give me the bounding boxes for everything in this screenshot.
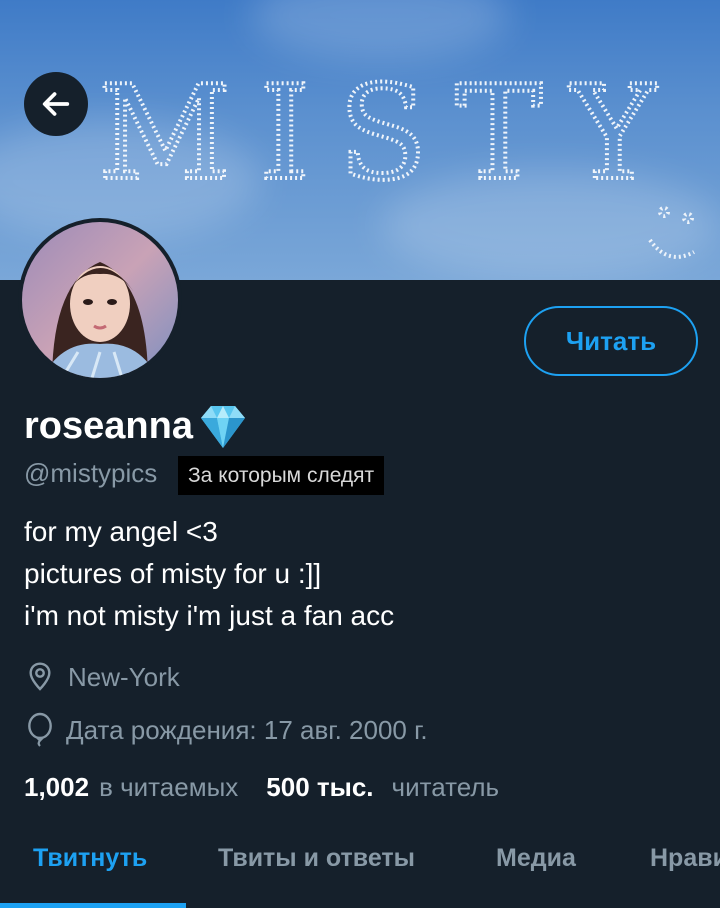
birthday-text: Дата рождения: 17 авг. 2000 г. [66, 714, 428, 745]
banner-text: MISTY [98, 57, 684, 209]
profile-tabs: Твитнуть Твиты и ответы Медиа Нравится [0, 830, 720, 908]
followers-count: 500 тыс. [266, 772, 374, 802]
location-text: New-York [68, 661, 180, 692]
following-label: в читаемых [99, 772, 239, 802]
tab-tweets-and-replies[interactable]: Твиты и ответы [218, 844, 415, 873]
avatar-image [22, 222, 178, 378]
bio-line: for my angel <3 [24, 516, 218, 547]
following-count: 1,002 [24, 772, 90, 802]
avatar[interactable] [18, 218, 182, 382]
bio: for my angel <3 pictures of misty for u … [24, 511, 394, 637]
username-handle: @mistypics [24, 458, 158, 488]
banner-sky-writing: MISTY [96, 55, 695, 259]
arrow-left-icon [42, 92, 70, 116]
follows-you-badge: За которым следят [178, 456, 385, 495]
display-name-text: roseanna [24, 404, 193, 447]
following-link[interactable]: 1,002 в читаемых [24, 772, 238, 803]
tab-media[interactable]: Медиа [496, 844, 576, 873]
follow-button[interactable]: Читать [524, 306, 698, 376]
tab-likes[interactable]: Нравится [650, 844, 720, 873]
back-button[interactable] [24, 72, 88, 136]
balloon-icon [28, 712, 52, 747]
display-name: roseanna [24, 402, 251, 450]
followers-link[interactable]: 500 тыс. читатель [266, 772, 499, 803]
bio-line: i'm not misty i'm just a fan acc [24, 600, 395, 631]
diamond-icon [200, 406, 245, 448]
bio-line: pictures of misty for u :]] [24, 558, 322, 589]
followers-label: читатель [391, 772, 500, 802]
birthday-row: Дата рождения: 17 авг. 2000 г. [24, 712, 428, 748]
tab-tweets[interactable]: Твитнуть [33, 844, 147, 873]
location-row: New-York [24, 660, 180, 694]
smiley-drawing [648, 206, 695, 259]
active-tab-indicator [0, 903, 186, 908]
follow-stats: 1,002 в читаемых 500 тыс. читатель [24, 772, 499, 803]
location-pin-icon [29, 662, 51, 691]
